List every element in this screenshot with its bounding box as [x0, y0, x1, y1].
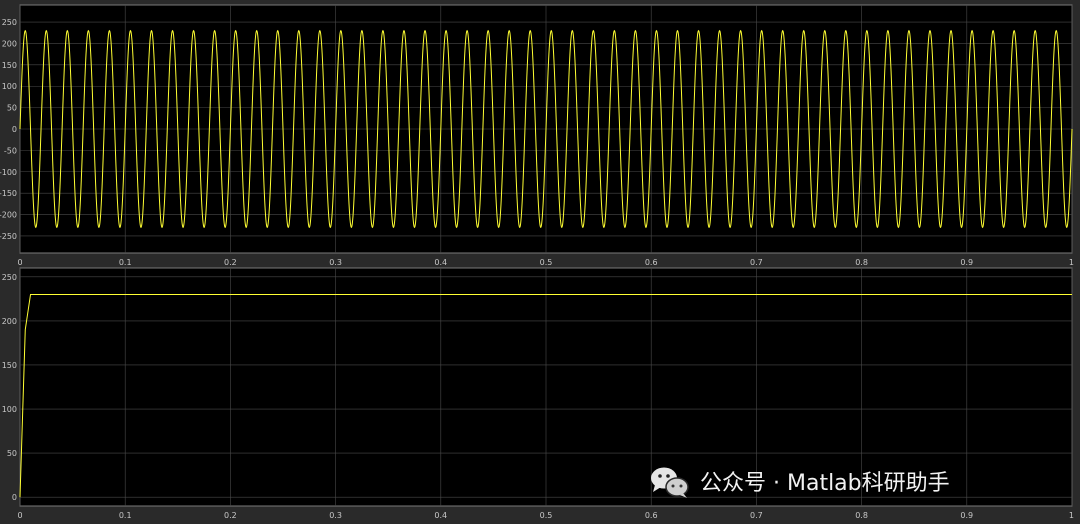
x-tick-label: 0.6	[645, 258, 658, 267]
voltage-waveform-plot: -250 -200 -150 -100 -50 0 50 100 150 200 250 0 0.1 0.…	[0, 4, 1074, 267]
x-tick-label: 0.1	[119, 511, 132, 520]
y-tick-label: 0	[12, 493, 17, 502]
x-tick-label: 1	[1069, 258, 1074, 267]
x-tick-label: 0.5	[540, 511, 553, 520]
y-tick-label: 200	[2, 39, 17, 48]
x-tick-label: 0.3	[329, 511, 342, 520]
x-tick-label: 0.8	[855, 258, 868, 267]
y-tick-label: -150	[0, 189, 17, 198]
x-tick-label: 0.2	[224, 511, 237, 520]
x-tick-label: 0.6	[645, 511, 658, 520]
scope-figure: -250-200-150-100-500501001502002500 0.1 0.…	[0, 4, 1074, 520]
y-tick-label: -200	[0, 211, 17, 220]
x-tick-label: 0.9	[960, 511, 973, 520]
y-tick-label: 100	[2, 405, 17, 414]
x-tick-label: 0.4	[434, 258, 447, 267]
x-tick-label: 0.2	[224, 258, 237, 267]
x-tick-label: 0	[17, 258, 22, 267]
x-tick-label: 0.1	[119, 258, 132, 267]
x-tick-label: 0.8	[855, 511, 868, 520]
y-tick-label: -100	[0, 168, 17, 177]
x-tick-label: 0	[17, 511, 22, 520]
y-tick-label: 150	[2, 61, 17, 70]
watermark-text: 公众号 · Matlab科研助手	[700, 471, 950, 496]
y-tick-label: 250	[2, 18, 17, 27]
y-tick-label: 150	[2, 361, 17, 370]
y-tick-label: 100	[2, 82, 17, 91]
y-tick-label: -50	[4, 146, 17, 155]
y-tick-label: 50	[7, 449, 17, 458]
x-tick-label: 0.7	[750, 258, 763, 267]
x-tick-label: 0.3	[329, 258, 342, 267]
x-tick-label: 1	[1069, 511, 1074, 520]
x-tick-label: 0.5	[540, 258, 553, 267]
y-tick-label: 250	[2, 273, 17, 282]
y-tick-label: 50	[7, 104, 17, 113]
x-tick-label: 0.9	[960, 258, 973, 267]
y-tick-label: 0	[12, 125, 17, 134]
y-tick-label: 200	[2, 317, 17, 326]
x-tick-label: 0.7	[750, 511, 763, 520]
y-tick-label: -250	[0, 232, 17, 241]
x-tick-label: 0.4	[434, 511, 447, 520]
